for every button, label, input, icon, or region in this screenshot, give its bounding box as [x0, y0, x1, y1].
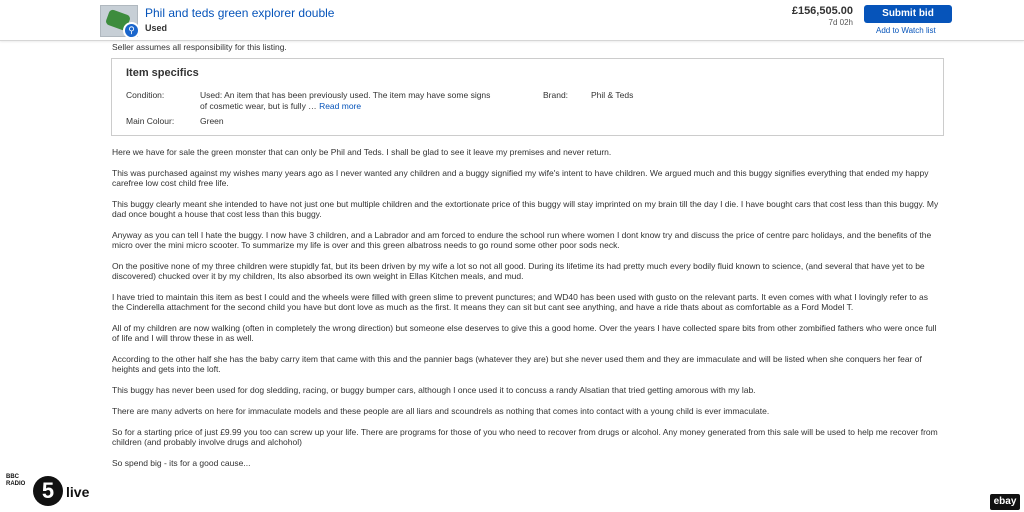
- item-description: Here we have for sale the green monster …: [112, 147, 942, 479]
- sticky-header: ⚲ Phil and teds green explorer double Us…: [0, 0, 1024, 41]
- description-paragraph: There are many adverts on here for immac…: [112, 406, 770, 416]
- brand-label: Brand:: [543, 90, 569, 100]
- condition-value-line1: Used: An item that has been previously u…: [200, 90, 491, 100]
- read-more-link[interactable]: Read more: [319, 101, 361, 111]
- description-paragraph: Here we have for sale the green monster …: [112, 147, 612, 157]
- five-icon: 5: [33, 476, 63, 506]
- condition-label: Condition:: [126, 90, 165, 100]
- item-condition: Used: [145, 23, 168, 33]
- bbc-radio-5-live-logo: BBC RADIO 5 live: [6, 474, 96, 508]
- description-paragraph: This buggy has never been used for dog s…: [112, 385, 756, 395]
- ebay-watermark: ebay: [990, 494, 1020, 510]
- item-title[interactable]: Phil and teds green explorer double: [145, 6, 334, 20]
- time-left: 7d 02h: [828, 18, 853, 27]
- description-paragraph: Anyway as you can tell I hate the buggy.…: [112, 230, 932, 250]
- main-colour-value: Green: [200, 116, 224, 126]
- current-price: £156,505.00: [791, 5, 853, 17]
- zoom-icon[interactable]: ⚲: [123, 22, 140, 39]
- brand-value: Phil & Teds: [591, 90, 634, 100]
- condition-value-text: of cosmetic wear, but is fully …: [200, 101, 317, 111]
- description-paragraph: So spend big - its for a good cause...: [112, 458, 251, 468]
- description-paragraph: On the positive none of my three childre…: [112, 261, 925, 281]
- bbc-text: BBC: [6, 474, 19, 480]
- seller-note: Seller assumes all responsibility for th…: [112, 42, 287, 52]
- description-paragraph: All of my children are now walking (ofte…: [112, 323, 937, 343]
- description-paragraph: So for a starting price of just £9.99 yo…: [112, 427, 938, 447]
- description-paragraph: According to the other half she has the …: [112, 354, 922, 374]
- description-paragraph: This buggy clearly meant she intended to…: [112, 199, 939, 219]
- condition-value: Used: An item that has been previously u…: [200, 90, 490, 112]
- radio-text: RADIO: [6, 481, 26, 487]
- main-colour-label: Main Colour:: [126, 116, 175, 126]
- add-to-watch-list-link[interactable]: Add to Watch list: [876, 26, 936, 35]
- description-paragraph: I have tried to maintain this item as be…: [112, 292, 928, 312]
- item-specifics-box: Item specifics Condition: Used: An item …: [111, 58, 944, 136]
- item-specifics-title: Item specifics: [126, 67, 199, 79]
- submit-bid-button[interactable]: Submit bid: [864, 5, 952, 23]
- item-thumbnail[interactable]: ⚲: [100, 5, 140, 39]
- bbc-radio-wordmark: BBC RADIO: [6, 474, 25, 488]
- condition-value-line2: of cosmetic wear, but is fully … Read mo…: [200, 101, 490, 112]
- description-paragraph: This was purchased against my wishes man…: [112, 168, 929, 188]
- live-text: live: [66, 484, 90, 500]
